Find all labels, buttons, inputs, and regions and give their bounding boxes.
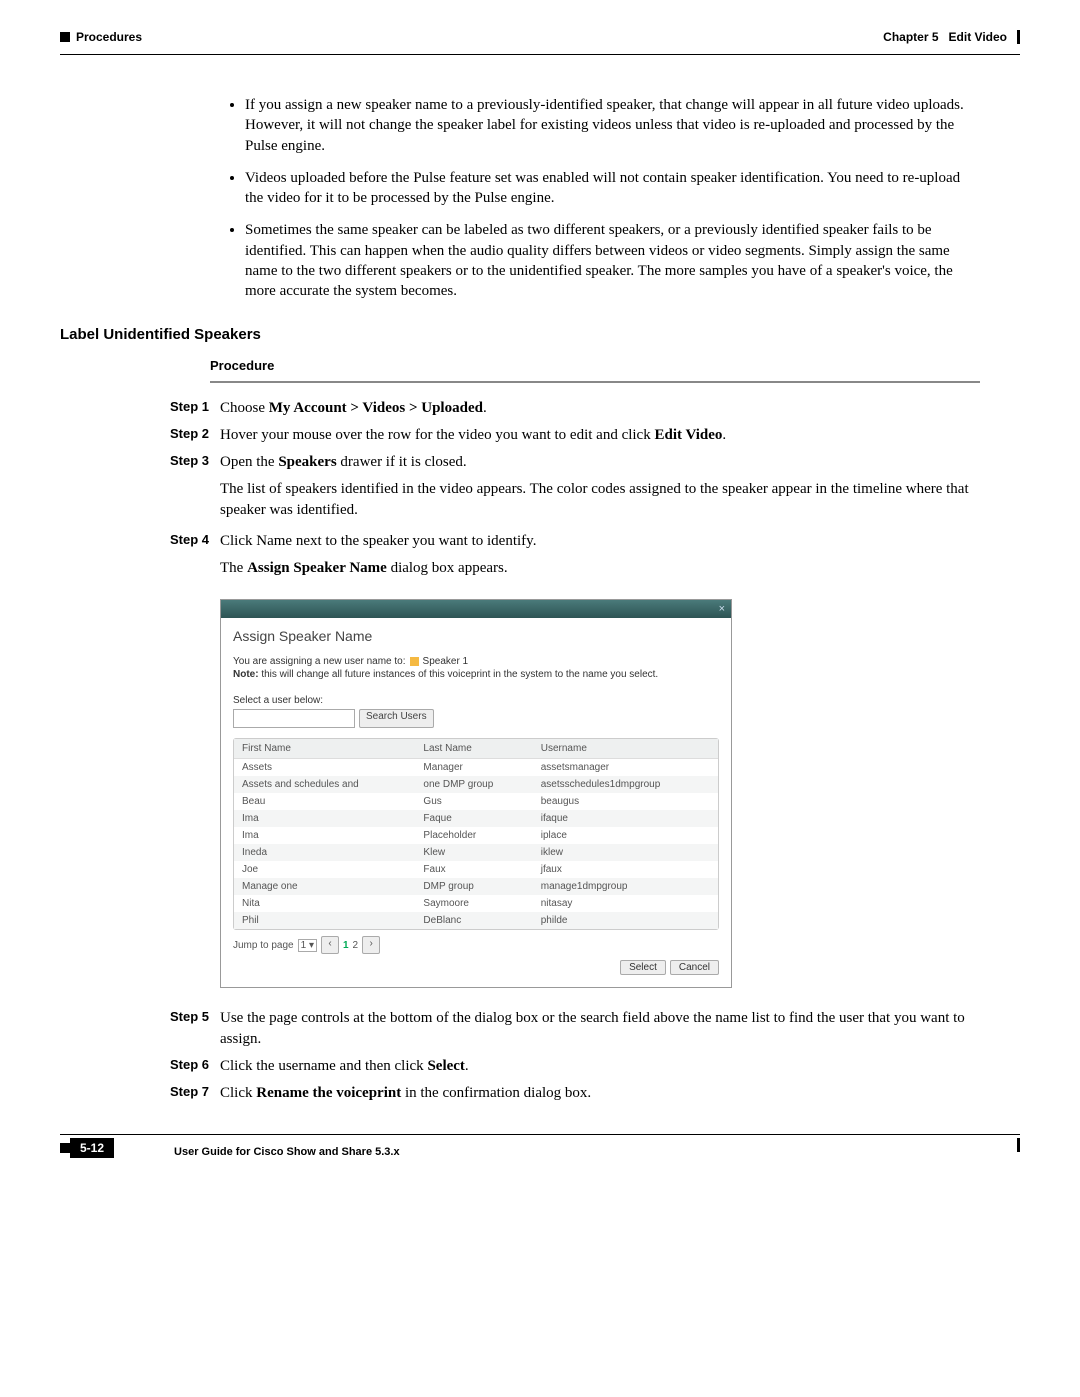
step-label: Step 7: [170, 1083, 220, 1104]
col-username[interactable]: Username: [533, 739, 718, 759]
table-row[interactable]: NitaSaymoorenitasay: [234, 895, 718, 912]
table-row[interactable]: Manage oneDMP groupmanage1dmpgroup: [234, 878, 718, 895]
table-row[interactable]: PhilDeBlancphilde: [234, 912, 718, 929]
page-header: Procedures Chapter 5 Edit Video: [60, 30, 1020, 44]
pagination: Jump to page 1 ▾ ‹ 1 2 ›: [233, 936, 719, 954]
prev-page-button[interactable]: ‹: [321, 936, 339, 954]
step-label: Step 1: [170, 398, 220, 419]
speaker-name: Speaker 1: [423, 656, 469, 667]
section-heading: Label Unidentified Speakers: [60, 326, 1020, 343]
search-input[interactable]: [233, 709, 355, 728]
step-text: Use the page controls at the bottom of t…: [220, 1008, 980, 1050]
step-text: Open the Speakers drawer if it is closed…: [220, 452, 980, 473]
table-row[interactable]: InedaKlewiklew: [234, 844, 718, 861]
page-number: 5-12: [70, 1138, 114, 1158]
step-label: Step 2: [170, 425, 220, 446]
header-left: Procedures: [60, 30, 142, 44]
dialog-body: Assign Speaker Name You are assigning a …: [221, 618, 731, 987]
dialog-titlebar: ×: [221, 600, 731, 618]
step-subtext: The list of speakers identified in the v…: [220, 479, 980, 521]
col-last-name[interactable]: Last Name: [415, 739, 532, 759]
step-label: Step 4: [170, 531, 220, 552]
select-button[interactable]: Select: [620, 960, 666, 975]
close-icon[interactable]: ×: [719, 603, 725, 615]
table-row[interactable]: ImaPlaceholderiplace: [234, 827, 718, 844]
footer-square-icon: [60, 1143, 70, 1153]
notes-list: If you assign a new speaker name to a pr…: [220, 95, 980, 301]
step-text: Click the username and then click Select…: [220, 1056, 980, 1077]
page-select[interactable]: 1 ▾: [298, 939, 317, 952]
list-item: Videos uploaded before the Pulse feature…: [245, 168, 980, 209]
table-row[interactable]: BeauGusbeaugus: [234, 793, 718, 810]
page-number-box: 5-12: [60, 1138, 114, 1158]
procedure-divider: [210, 381, 980, 383]
col-first-name[interactable]: First Name: [234, 739, 415, 759]
list-item: Sometimes the same speaker can be labele…: [245, 220, 980, 301]
procedure-steps: Step 1 Choose My Account > Videos > Uplo…: [170, 398, 980, 579]
table-row[interactable]: ImaFaqueifaque: [234, 810, 718, 827]
footer-bar-icon: [1017, 1138, 1020, 1152]
step-row: Step 5 Use the page controls at the bott…: [170, 1008, 980, 1050]
breadcrumb: Procedures: [76, 30, 142, 44]
procedure-heading: Procedure: [210, 358, 1020, 373]
assign-line: You are assigning a new user name to: Sp…: [233, 656, 719, 667]
header-right: Chapter 5 Edit Video: [883, 30, 1020, 44]
search-row: Search Users: [233, 709, 719, 728]
chapter-title: Edit Video: [949, 30, 1007, 44]
table-row[interactable]: AssetsManagerassetsmanager: [234, 759, 718, 776]
step-row: Step 2 Hover your mouse over the row for…: [170, 425, 980, 446]
header-divider: [60, 54, 1020, 55]
step-row: Step 3 Open the Speakers drawer if it is…: [170, 452, 980, 473]
step-text: Hover your mouse over the row for the vi…: [220, 425, 980, 446]
header-bar-icon: [1017, 30, 1020, 44]
step-label: Step 3: [170, 452, 220, 473]
step-label: Step 6: [170, 1056, 220, 1077]
user-table: First Name Last Name Username AssetsMana…: [233, 738, 719, 930]
step-text: Choose My Account > Videos > Uploaded.: [220, 398, 980, 419]
step-row: Step 1 Choose My Account > Videos > Uplo…: [170, 398, 980, 419]
step-row: Step 6 Click the username and then click…: [170, 1056, 980, 1077]
assign-speaker-dialog: × Assign Speaker Name You are assigning …: [220, 599, 732, 988]
header-square-icon: [60, 32, 70, 42]
step-subtext: The Assign Speaker Name dialog box appea…: [220, 558, 980, 579]
page-footer: 5-12 User Guide for Cisco Show and Share…: [60, 1134, 1020, 1158]
list-item: If you assign a new speaker name to a pr…: [245, 95, 980, 156]
dialog-title: Assign Speaker Name: [233, 628, 719, 644]
chapter-label: Chapter 5: [883, 30, 938, 44]
table-row[interactable]: Assets and schedules andone DMP groupase…: [234, 776, 718, 793]
jump-label: Jump to page: [233, 940, 294, 951]
page-2-link[interactable]: 2: [353, 940, 359, 951]
dialog-footer: Select Cancel: [233, 960, 719, 975]
cancel-button[interactable]: Cancel: [670, 960, 719, 975]
page-1-link[interactable]: 1: [343, 940, 349, 951]
table-row[interactable]: JoeFauxjfaux: [234, 861, 718, 878]
note-line: Note: this will change all future instan…: [233, 669, 719, 680]
step-text: Click Name next to the speaker you want …: [220, 531, 980, 552]
table-header-row: First Name Last Name Username: [234, 739, 718, 759]
select-user-label: Select a user below:: [233, 695, 719, 706]
footer-title: User Guide for Cisco Show and Share 5.3.…: [174, 1146, 400, 1158]
step-label: Step 5: [170, 1008, 220, 1050]
speaker-color-swatch: [410, 657, 419, 666]
search-users-button[interactable]: Search Users: [359, 709, 434, 728]
step-row: Step 7 Click Rename the voiceprint in th…: [170, 1083, 980, 1104]
next-page-button[interactable]: ›: [362, 936, 380, 954]
step-row: Step 4 Click Name next to the speaker yo…: [170, 531, 980, 552]
procedure-steps-cont: Step 5 Use the page controls at the bott…: [170, 1008, 980, 1104]
step-text: Click Rename the voiceprint in the confi…: [220, 1083, 980, 1104]
